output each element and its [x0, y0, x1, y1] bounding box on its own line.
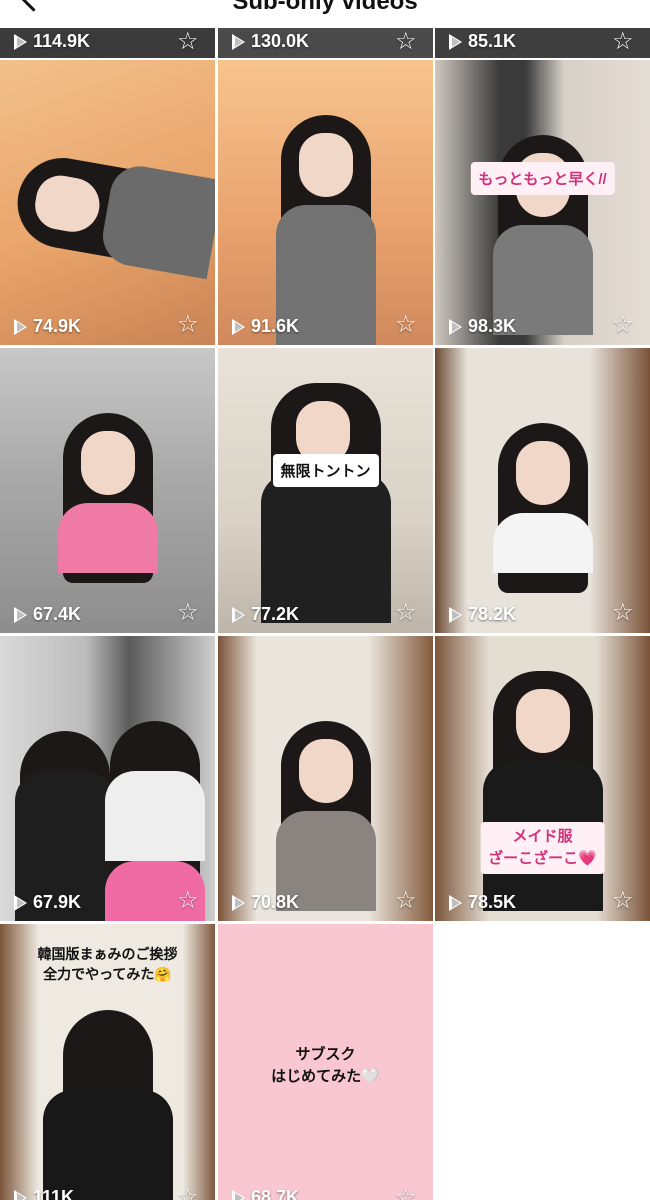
view-count: 85.1K: [449, 31, 516, 52]
play-icon: [449, 894, 462, 911]
play-icon: [232, 894, 245, 911]
view-count: 74.9K: [14, 316, 81, 337]
play-icon: [449, 606, 462, 623]
view-count: 78.5K: [449, 892, 516, 913]
star-icon[interactable]: ☆: [612, 889, 638, 913]
video-tile[interactable]: 85.1K ☆: [435, 28, 650, 58]
video-tile[interactable]: 114.9K ☆: [0, 28, 215, 58]
video-caption: メイド服 ざーこざーこ💗: [480, 822, 605, 874]
video-tile[interactable]: 67.9K ☆: [0, 636, 215, 921]
star-icon[interactable]: ☆: [395, 30, 421, 54]
video-tile[interactable]: 70.8K ☆: [218, 636, 433, 921]
top-bar: Sub-only videos: [0, 0, 650, 28]
view-count: 67.9K: [14, 892, 81, 913]
star-icon[interactable]: ☆: [177, 30, 203, 54]
play-icon: [14, 894, 27, 911]
play-icon: [449, 33, 462, 50]
play-icon: [449, 318, 462, 335]
video-caption: もっともっと早く//: [470, 162, 615, 195]
video-tile[interactable]: メイド服 ざーこざーこ💗 78.5K ☆: [435, 636, 650, 921]
star-icon[interactable]: ☆: [177, 601, 203, 625]
view-count: 114.9K: [14, 31, 90, 52]
star-icon[interactable]: ☆: [612, 313, 638, 337]
star-icon[interactable]: ☆: [395, 1186, 421, 1200]
video-tile[interactable]: 91.6K ☆: [218, 60, 433, 345]
star-icon[interactable]: ☆: [395, 889, 421, 913]
star-icon[interactable]: ☆: [612, 601, 638, 625]
view-count: 70.8K: [232, 892, 299, 913]
star-icon[interactable]: ☆: [177, 1186, 203, 1200]
star-icon[interactable]: ☆: [177, 889, 203, 913]
star-icon[interactable]: ☆: [177, 313, 203, 337]
star-icon[interactable]: ☆: [612, 30, 638, 54]
play-icon: [232, 33, 245, 50]
view-count: 78.2K: [449, 604, 516, 625]
video-tile[interactable]: サブスク はじめてみた🤍 68.7K ☆: [218, 924, 433, 1200]
view-count: 98.3K: [449, 316, 516, 337]
play-icon: [14, 1189, 27, 1200]
video-caption: サブスク はじめてみた🤍: [271, 1046, 380, 1085]
play-icon: [14, 318, 27, 335]
view-count: 68.7K: [232, 1187, 299, 1200]
star-icon[interactable]: ☆: [395, 601, 421, 625]
video-caption: 無限トントン: [272, 454, 379, 487]
video-tile[interactable]: 67.4K ☆: [0, 348, 215, 633]
page-title: Sub-only videos: [232, 0, 418, 15]
play-icon: [232, 318, 245, 335]
view-count: 67.4K: [14, 604, 81, 625]
play-icon: [232, 1189, 245, 1200]
star-icon[interactable]: ☆: [395, 313, 421, 337]
video-tile[interactable]: 74.9K ☆: [0, 60, 215, 345]
play-icon: [14, 606, 27, 623]
view-count: 91.6K: [232, 316, 299, 337]
video-tile[interactable]: 78.2K ☆: [435, 348, 650, 633]
view-count: 77.2K: [232, 604, 299, 625]
video-tile[interactable]: 130.0K ☆: [218, 28, 433, 58]
video-tile[interactable]: もっともっと早く// 98.3K ☆: [435, 60, 650, 345]
view-count: 111K: [14, 1187, 74, 1200]
video-tile[interactable]: 無限トントン 77.2K ☆: [218, 348, 433, 633]
view-count: 130.0K: [232, 31, 309, 52]
play-icon: [14, 33, 27, 50]
video-tile[interactable]: 韓国版まぁみのご挨拶 全力でやってみた🤗 111K ☆: [0, 924, 215, 1200]
play-icon: [232, 606, 245, 623]
video-caption: 韓国版まぁみのご挨拶 全力でやってみた🤗: [37, 946, 178, 982]
